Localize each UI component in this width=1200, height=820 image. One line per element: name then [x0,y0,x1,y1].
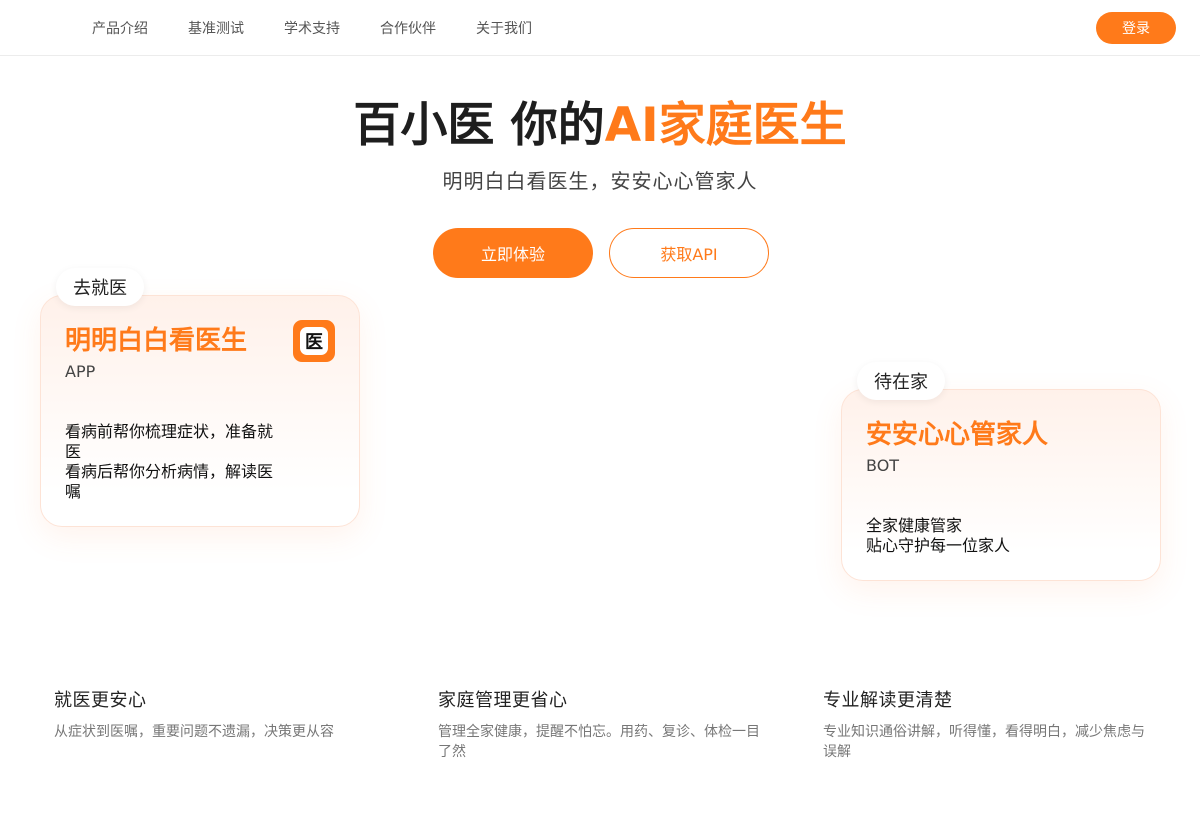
benefit-description: 管理全家健康，提醒不怕忘。用药、复诊、体检一目了然 [438,724,760,760]
tab-go-to-doctor[interactable]: 去就医 [56,268,144,306]
hero-title-main: 百小医 你的 [353,98,605,153]
login-button[interactable]: 登录 [1096,12,1176,44]
nav-link-about[interactable]: 关于我们 [476,18,532,38]
bot-card-title: 安安心心管家人 [866,420,1049,450]
benefit-description: 从症状到医嘱，重要问题不遗漏，决策更从容 [54,724,334,740]
app-card-description: 看病前帮你梳理症状，准备就医 看病后帮你分析病情，解读医嘱 [65,422,277,502]
bot-card-description: 全家健康管家 贴心守护每一位家人 [866,516,1078,556]
bot-card-line: 贴心守护每一位家人 [866,536,1011,555]
hero-subtitle: 明明白白看医生，安安心心管家人 [442,169,758,193]
app-card-kind: APP [65,362,96,381]
try-now-button[interactable]: 立即体验 [433,228,593,278]
benefit-item: 就医更安心 从症状到医嘱，重要问题不遗漏，决策更从容 [54,688,384,742]
benefit-title: 就医更安心 [54,690,147,711]
bot-feature-card[interactable]: 安安心心管家人 BOT 全家健康管家 贴心守护每一位家人 [841,389,1161,581]
nav-link-partners[interactable]: 合作伙伴 [380,18,436,38]
nav-links: 产品介绍 基准测试 学术支持 合作伙伴 关于我们 [92,0,572,56]
hero-title-accent: AI家庭医生 [604,98,847,153]
benefit-title: 家庭管理更省心 [438,690,568,711]
tab-stay-at-home[interactable]: 待在家 [857,362,945,400]
nav-link-benchmarks[interactable]: 基准测试 [188,18,244,38]
bot-card-kind: BOT [866,456,900,475]
hero-title: 百小医 你的AI家庭医生 [0,94,1200,158]
app-card-line: 看病后帮你分析病情，解读医嘱 [65,462,274,501]
app-feature-card[interactable]: 明明白白看医生 医 APP 看病前帮你梳理症状，准备就医 看病后帮你分析病情，解… [40,295,360,527]
bot-card-line: 全家健康管家 [866,516,963,535]
app-logo-icon: 医 [293,320,335,362]
benefit-item: 专业解读更清楚 专业知识通俗讲解，听得懂，看得明白，减少焦虑与误解 [823,688,1153,762]
app-card-line: 看病前帮你梳理症状，准备就医 [65,422,274,461]
benefit-description: 专业知识通俗讲解，听得懂，看得明白，减少焦虑与误解 [823,724,1145,760]
nav-link-academic[interactable]: 学术支持 [284,18,340,38]
get-api-button[interactable]: 获取API [609,228,769,278]
app-logo-glyph: 医 [300,327,328,355]
benefit-item: 家庭管理更省心 管理全家健康，提醒不怕忘。用药、复诊、体检一目了然 [438,688,768,762]
top-navigation: 产品介绍 基准测试 学术支持 合作伙伴 关于我们 登录 [0,0,1200,56]
app-card-title: 明明白白看医生 [65,326,248,356]
nav-link-products[interactable]: 产品介绍 [92,18,148,38]
benefit-title: 专业解读更清楚 [823,690,953,711]
